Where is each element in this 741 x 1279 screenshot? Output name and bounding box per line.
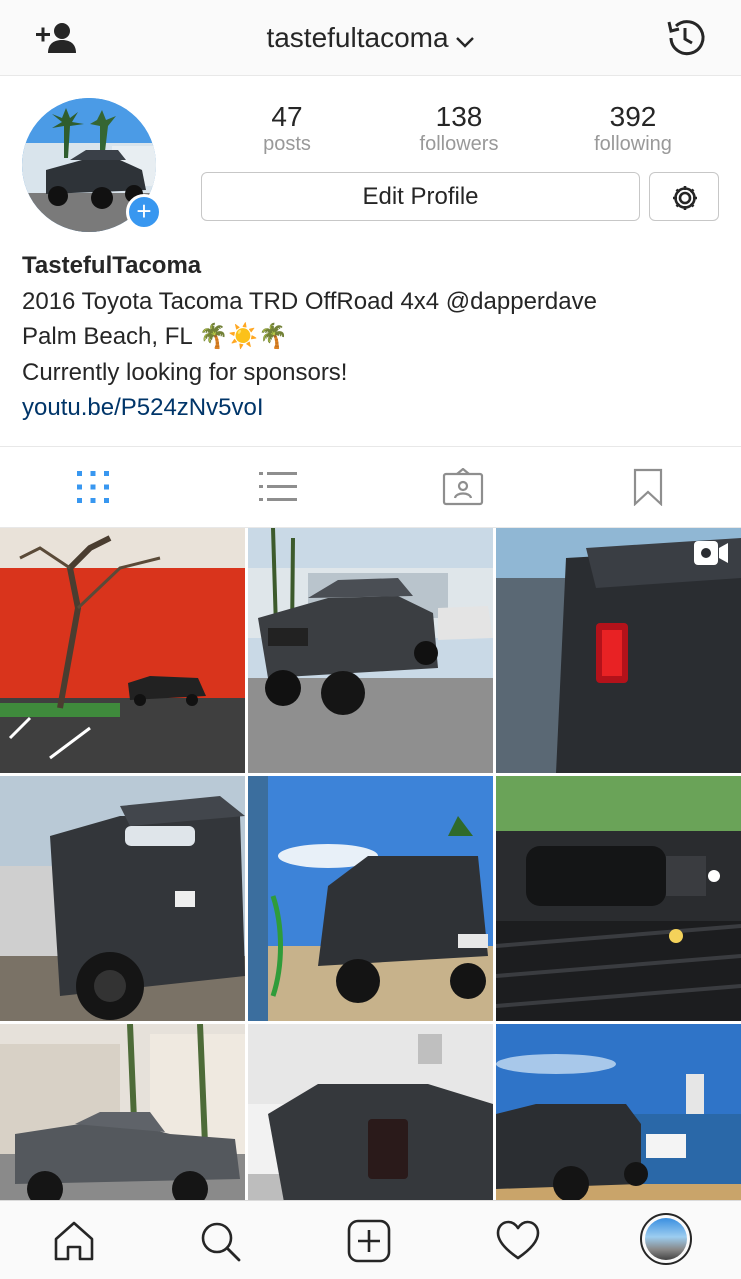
profile-stats: 47 posts 138 followers 392 following xyxy=(200,100,720,160)
profile-avatar-container[interactable]: + xyxy=(22,98,162,234)
add-story-button[interactable]: + xyxy=(126,194,162,230)
stat-value: 392 xyxy=(609,101,657,132)
activity-heart-icon[interactable] xyxy=(496,1219,540,1263)
home-icon[interactable] xyxy=(52,1219,96,1263)
stat-value: 47 xyxy=(271,101,303,132)
display-name: TastefulTacoma xyxy=(22,252,202,279)
profile-avatar[interactable] xyxy=(640,1213,692,1265)
post-thumbnail[interactable] xyxy=(248,776,493,1021)
post-thumbnail[interactable] xyxy=(496,776,741,1021)
stat-label: followers xyxy=(419,133,499,155)
profile-tab-avatar xyxy=(640,1213,692,1265)
tab-list[interactable] xyxy=(185,447,370,527)
bio-location: Palm Beach, FL 🌴☀️🌴 xyxy=(22,323,289,350)
posts-grid xyxy=(0,528,741,1200)
username-title: tastefultacoma xyxy=(266,22,449,53)
following-count[interactable]: 392 following xyxy=(568,100,698,154)
tab-grid[interactable] xyxy=(0,447,185,527)
bio-link[interactable]: youtu.be/P524zNv5voI xyxy=(22,390,722,426)
followers-count[interactable]: 138 followers xyxy=(394,100,524,154)
bio-line: Currently looking for sponsors! xyxy=(22,358,348,386)
profile-bio: TastefulTacoma 2016 Toyota Tacoma TRD Of… xyxy=(22,248,722,426)
top-header: tastefultacoma xyxy=(0,0,741,76)
post-thumbnail[interactable] xyxy=(0,528,245,773)
gear-icon xyxy=(673,186,697,210)
post-thumbnail[interactable] xyxy=(0,776,245,1021)
post-thumbnail[interactable] xyxy=(0,1024,245,1200)
video-icon xyxy=(693,540,729,571)
posts-count[interactable]: 47 posts xyxy=(222,100,352,154)
stat-label: following xyxy=(594,133,672,155)
settings-button[interactable] xyxy=(649,172,719,221)
post-thumbnail[interactable] xyxy=(496,528,741,773)
grid-icon xyxy=(76,471,109,503)
bio-line: 2016 Toyota Tacoma TRD OffRoad 4x4 @dapp… xyxy=(22,287,597,315)
tab-tagged[interactable] xyxy=(370,447,555,527)
post-thumbnail[interactable] xyxy=(248,1024,493,1200)
stat-value: 138 xyxy=(435,101,483,132)
tab-saved[interactable] xyxy=(555,447,740,527)
bookmark-icon xyxy=(633,468,662,506)
tagged-icon xyxy=(442,468,483,506)
list-icon xyxy=(258,472,297,501)
edit-profile-button[interactable]: Edit Profile xyxy=(201,172,640,221)
post-thumbnail[interactable] xyxy=(248,528,493,773)
stat-label: posts xyxy=(263,133,311,155)
username-switcher[interactable]: tastefultacoma xyxy=(0,22,741,56)
post-thumbnail[interactable] xyxy=(496,1024,741,1200)
new-post-icon[interactable] xyxy=(347,1219,391,1263)
profile-tabs xyxy=(0,446,741,528)
chevron-down-icon xyxy=(455,24,475,56)
search-icon[interactable] xyxy=(198,1219,242,1263)
bottom-navigation xyxy=(0,1200,741,1279)
archive-history-icon[interactable] xyxy=(663,16,707,60)
